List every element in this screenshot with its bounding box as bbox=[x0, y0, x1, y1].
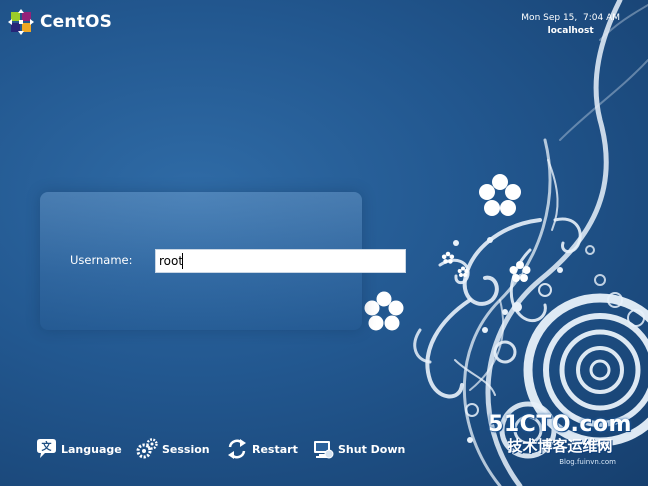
svg-text:文: 文 bbox=[42, 440, 53, 453]
speech-bubble-icon: 文 bbox=[37, 439, 56, 458]
centos-pinwheel-icon bbox=[8, 9, 34, 35]
restart-label: Restart bbox=[252, 442, 298, 456]
restart-button[interactable]: Restart bbox=[225, 437, 298, 461]
session-button[interactable]: Session bbox=[135, 437, 210, 461]
watermark: 51CTO.com 技术博客运维网 bbox=[488, 412, 632, 456]
watermark-blog: Blog.fuinvn.com bbox=[559, 458, 616, 466]
username-input[interactable] bbox=[155, 249, 406, 273]
logo-text: CentOS bbox=[40, 12, 113, 32]
language-button[interactable]: 文 Language bbox=[34, 437, 122, 461]
hostname-text: localhost bbox=[547, 26, 594, 36]
clock-panel: Mon Sep 15, 7:04 AM localhost bbox=[521, 12, 620, 38]
shutdown-computer-icon bbox=[314, 441, 334, 459]
text-cursor bbox=[182, 253, 183, 269]
watermark-site: 51CTO.com bbox=[488, 412, 632, 437]
login-screen: CentOS Mon Sep 15, 7:04 AM localhost Use… bbox=[0, 0, 648, 486]
shutdown-label: Shut Down bbox=[338, 442, 406, 456]
session-label: Session bbox=[162, 442, 210, 456]
restart-arrows-icon bbox=[228, 439, 246, 459]
language-label: Language bbox=[61, 442, 122, 456]
shutdown-button[interactable]: Shut Down bbox=[311, 437, 405, 461]
watermark-subtitle: 技术博客运维网 bbox=[507, 437, 613, 455]
gears-icon bbox=[136, 438, 158, 459]
username-label: Username: bbox=[70, 253, 133, 267]
centos-logo: CentOS bbox=[8, 9, 112, 35]
datetime-text: Mon Sep 15, 7:04 AM bbox=[521, 13, 620, 23]
